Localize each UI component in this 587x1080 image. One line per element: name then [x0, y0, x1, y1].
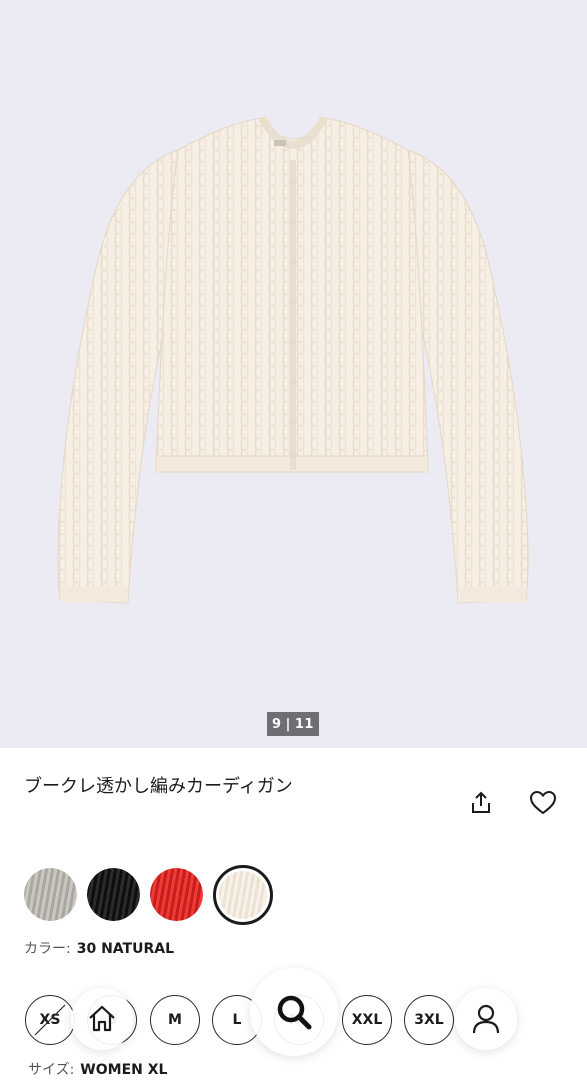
size-option-xxl[interactable]: XXL [342, 995, 392, 1045]
color-swatches [24, 865, 273, 925]
nav-search-button[interactable] [250, 968, 338, 1056]
nav-home-button[interactable] [71, 988, 133, 1050]
page-current: 9 [272, 716, 282, 732]
size-selection-label: サイズ: WOMEN XL [28, 1059, 167, 1079]
color-swatch-black[interactable] [87, 868, 140, 921]
size-option-m[interactable]: M [150, 995, 200, 1045]
color-label-text: カラー: [24, 941, 71, 957]
page-separator: | [285, 716, 291, 732]
nav-account-button[interactable] [455, 988, 517, 1050]
size-selected-value: WOMEN XL [80, 1062, 168, 1078]
home-icon [89, 1005, 115, 1032]
heart-icon [529, 790, 557, 815]
page-total: 11 [294, 716, 314, 732]
share-button[interactable] [465, 787, 497, 819]
image-page-indicator: 9 | 11 [267, 712, 319, 736]
search-icon [277, 995, 312, 1030]
color-selection-label: カラー: 30 NATURAL [24, 938, 174, 958]
color-selected-value: 30 NATURAL [76, 941, 174, 957]
size-option-xs[interactable]: XS [25, 995, 75, 1045]
unavailable-slash [34, 1004, 65, 1035]
size-label-text: サイズ: [28, 1062, 75, 1078]
color-swatch-natural-selected[interactable] [213, 865, 273, 925]
cardigan-image [57, 115, 529, 604]
product-title: ブークレ透かし編みカーディガン [24, 776, 293, 797]
size-option-3xl[interactable]: 3XL [404, 995, 454, 1045]
color-swatch-gray[interactable] [24, 868, 77, 921]
share-icon [472, 791, 490, 813]
favorite-button[interactable] [526, 787, 560, 819]
color-swatch-red[interactable] [150, 868, 203, 921]
product-image-gallery[interactable]: 9 | 11 [0, 0, 587, 748]
user-icon [472, 1004, 500, 1034]
